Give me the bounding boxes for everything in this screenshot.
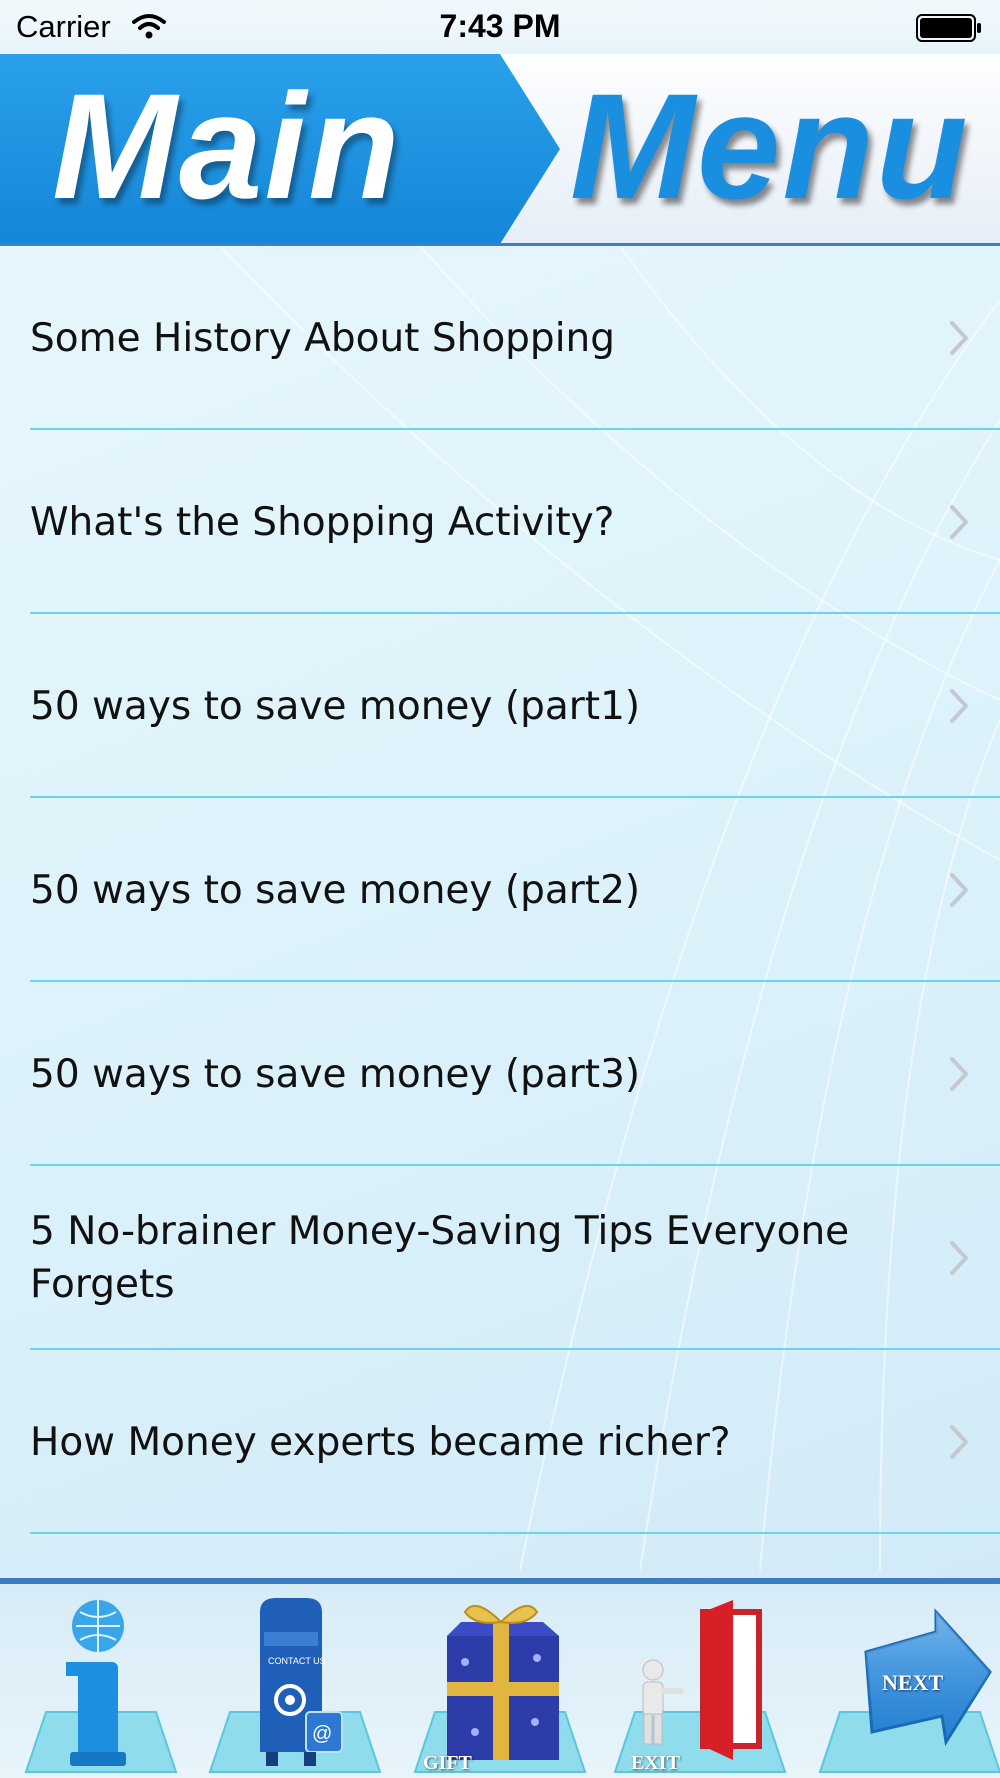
contact-us-button[interactable]: CONTACT US @ (200, 1592, 390, 1778)
battery-icon (916, 14, 981, 42)
exit-label: EXIT (631, 1752, 680, 1774)
chevron-right-icon (950, 689, 968, 723)
header-banner: Main Menu (0, 54, 1000, 244)
menu-item-label: 5 No-brainer Money-Saving Tips Everyone … (30, 1209, 850, 1307)
chevron-right-icon (950, 1241, 968, 1275)
menu-item-label: What's the Shopping Activity? (30, 499, 615, 545)
menu-item-label: 50 ways to save money (part1) (30, 683, 641, 729)
menu-item-save-money-part2[interactable]: 50 ways to save money (part2) (0, 798, 1000, 982)
chevron-right-icon (950, 321, 968, 355)
menu-item-label: 50 ways to save money (part3) (30, 1051, 641, 1097)
menu-item-save-money-part3[interactable]: 50 ways to save money (part3) (0, 982, 1000, 1166)
menu-item-shopping-history[interactable]: Some History About Shopping (0, 246, 1000, 430)
gift-button[interactable]: GIFT (405, 1592, 595, 1778)
chevron-right-icon (950, 1057, 968, 1091)
chevron-right-icon (950, 505, 968, 539)
mailbox-icon: CONTACT US @ (208, 1598, 382, 1773)
contact-label: CONTACT US (268, 1656, 326, 1666)
menu-item-label: Some History About Shopping (30, 315, 615, 361)
header-title-main: Main (52, 62, 402, 230)
exit-button[interactable]: EXIT (605, 1592, 795, 1778)
exit-door-icon (613, 1600, 787, 1773)
menu-item-shopping-activity[interactable]: What's the Shopping Activity? (0, 430, 1000, 614)
menu-item-money-experts[interactable]: How Money experts became richer? (0, 1350, 1000, 1534)
menu-item-save-money-part1[interactable]: 50 ways to save money (part1) (0, 614, 1000, 798)
svg-text:@: @ (312, 1723, 332, 1745)
bottom-toolbar: CONTACT US @ GIFT EXIT NEXT (0, 1578, 1000, 1778)
info-icon (24, 1600, 178, 1773)
next-button[interactable]: NEXT (810, 1592, 1000, 1778)
menu-item-label: How Money experts became richer? (30, 1419, 731, 1465)
next-label: NEXT (882, 1670, 944, 1695)
gift-label: GIFT (423, 1752, 472, 1774)
gift-icon (413, 1604, 587, 1773)
chevron-right-icon (950, 873, 968, 907)
header-title-menu: Menu (570, 62, 970, 230)
status-time: 7:43 PM (439, 8, 561, 44)
menu-item-no-brainer-tips[interactable]: 5 No-brainer Money-Saving Tips Everyone … (0, 1166, 1000, 1350)
menu-list: Some History About Shopping What's the S… (0, 246, 1000, 1534)
menu-item-label: 50 ways to save money (part2) (30, 867, 641, 913)
chevron-right-icon (950, 1425, 968, 1459)
info-button[interactable] (6, 1592, 196, 1778)
status-bar: Carrier 7:43 PM (0, 0, 1000, 54)
